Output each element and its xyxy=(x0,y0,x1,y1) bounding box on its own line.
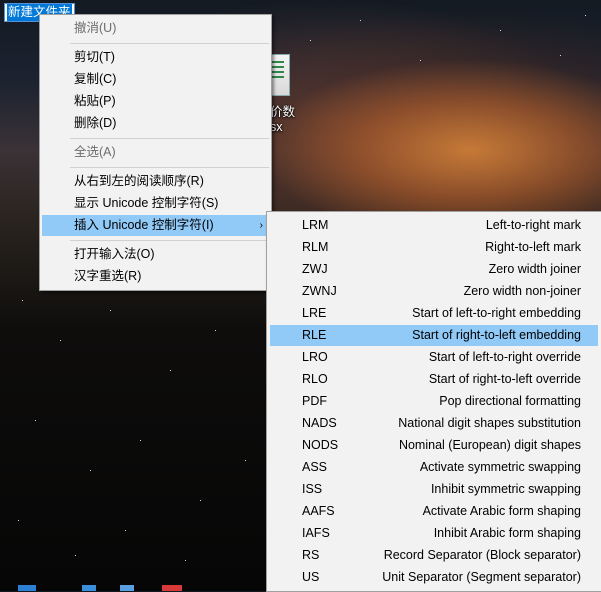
control-code: NODS xyxy=(302,438,339,452)
control-code: RLM xyxy=(302,240,329,254)
control-code: AAFS xyxy=(302,504,335,518)
control-description: Record Separator (Block separator) xyxy=(383,548,581,562)
control-description: Pop directional formatting xyxy=(439,394,581,408)
control-description: Start of right-to-left override xyxy=(428,372,581,386)
submenu-item-aafs[interactable]: AAFS Activate Arabic form shaping xyxy=(270,501,598,522)
menu-separator xyxy=(70,43,269,44)
control-description: Start of left-to-right override xyxy=(428,350,581,364)
control-description: Nominal (European) digit shapes xyxy=(398,438,581,452)
control-code: ISS xyxy=(302,482,323,496)
submenu-item-rlm[interactable]: RLM Right-to-left mark xyxy=(270,237,598,258)
menu-separator xyxy=(70,138,269,139)
control-description: Unit Separator (Segment separator) xyxy=(382,570,581,584)
submenu-item-nods[interactable]: NODS Nominal (European) digit shapes xyxy=(270,435,598,456)
control-description: Zero width non-joiner xyxy=(463,284,581,298)
control-description: Activate Arabic form shaping xyxy=(422,504,581,518)
taskbar-app-icon[interactable] xyxy=(82,585,96,591)
context-menu: 撤消(U) 剪切(T) 复制(C) 粘贴(P) 删除(D) 全选(A) 从右到左… xyxy=(39,14,272,291)
taskbar-app-icon[interactable] xyxy=(120,585,134,591)
submenu-arrow-icon: › xyxy=(259,220,263,231)
submenu-item-iafs[interactable]: IAFS Inhibit Arabic form shaping xyxy=(270,523,598,544)
menu-separator xyxy=(70,167,269,168)
menu-item-undo[interactable]: 撤消(U) xyxy=(42,18,269,39)
submenu-item-rs[interactable]: RS Record Separator (Block separator) xyxy=(270,545,598,566)
menu-separator xyxy=(70,240,269,241)
control-description: Zero width joiner xyxy=(488,262,581,276)
control-code: RLO xyxy=(302,372,328,386)
control-code: LRE xyxy=(302,306,327,320)
menu-item-paste[interactable]: 粘贴(P) xyxy=(42,91,269,112)
submenu-item-ass[interactable]: ASS Activate symmetric swapping xyxy=(270,457,598,478)
control-code: ZWJ xyxy=(302,262,328,276)
submenu-item-lrm[interactable]: LRM Left-to-right mark xyxy=(270,215,598,236)
submenu-item-zwnj[interactable]: ZWNJ Zero width non-joiner xyxy=(270,281,598,302)
control-code: US xyxy=(302,570,320,584)
submenu-item-lro[interactable]: LRO Start of left-to-right override xyxy=(270,347,598,368)
submenu-item-nads[interactable]: NADS National digit shapes substitution xyxy=(270,413,598,434)
menu-item-copy[interactable]: 复制(C) xyxy=(42,69,269,90)
control-code: LRO xyxy=(302,350,328,364)
menu-item-delete[interactable]: 删除(D) xyxy=(42,113,269,134)
menu-item-reconversion[interactable]: 汉字重选(R) xyxy=(42,266,269,287)
control-code: RS xyxy=(302,548,320,562)
menu-item-show-unicode-control[interactable]: 显示 Unicode 控制字符(S) xyxy=(42,193,269,214)
submenu-item-zwj[interactable]: ZWJ Zero width joiner xyxy=(270,259,598,280)
taskbar-app-icon[interactable] xyxy=(162,585,182,591)
submenu-item-rlo[interactable]: RLO Start of right-to-left override xyxy=(270,369,598,390)
submenu-item-lre[interactable]: LRE Start of left-to-right embedding xyxy=(270,303,598,324)
control-description: Left-to-right mark xyxy=(485,218,581,232)
submenu-item-iss[interactable]: ISS Inhibit symmetric swapping xyxy=(270,479,598,500)
submenu-item-pdf[interactable]: PDF Pop directional formatting xyxy=(270,391,598,412)
control-code: LRM xyxy=(302,218,329,232)
submenu-item-rle[interactable]: RLE Start of right-to-left embedding xyxy=(270,325,598,346)
menu-item-rtl-reading-order[interactable]: 从右到左的阅读顺序(R) xyxy=(42,171,269,192)
control-code: PDF xyxy=(302,394,327,408)
menu-item-insert-unicode-control[interactable]: 插入 Unicode 控制字符(I) › xyxy=(42,215,269,236)
control-code: RLE xyxy=(302,328,327,342)
desktop-file-label: 价数 sx xyxy=(270,105,296,134)
submenu-item-us[interactable]: US Unit Separator (Segment separator) xyxy=(270,567,598,588)
menu-item-open-ime[interactable]: 打开输入法(O) xyxy=(42,244,269,265)
menu-item-cut[interactable]: 剪切(T) xyxy=(42,47,269,68)
control-description: Inhibit symmetric swapping xyxy=(430,482,581,496)
control-description: Activate symmetric swapping xyxy=(419,460,581,474)
unicode-control-submenu: LRM Left-to-right mark RLM Right-to-left m… xyxy=(266,211,601,592)
control-code: IAFS xyxy=(302,526,330,540)
control-description: Start of right-to-left embedding xyxy=(412,328,581,342)
taskbar-app-icon[interactable] xyxy=(18,585,36,591)
control-code: ZWNJ xyxy=(302,284,337,298)
control-description: National digit shapes substitution xyxy=(398,416,581,430)
control-description: Right-to-left mark xyxy=(485,240,581,254)
menu-item-label: 插入 Unicode 控制字符(I) xyxy=(74,218,214,232)
control-code: ASS xyxy=(302,460,328,474)
menu-item-select-all[interactable]: 全选(A) xyxy=(42,142,269,163)
control-code: NADS xyxy=(302,416,337,430)
control-description: Inhibit Arabic form shaping xyxy=(433,526,581,540)
control-description: Start of left-to-right embedding xyxy=(412,306,581,320)
